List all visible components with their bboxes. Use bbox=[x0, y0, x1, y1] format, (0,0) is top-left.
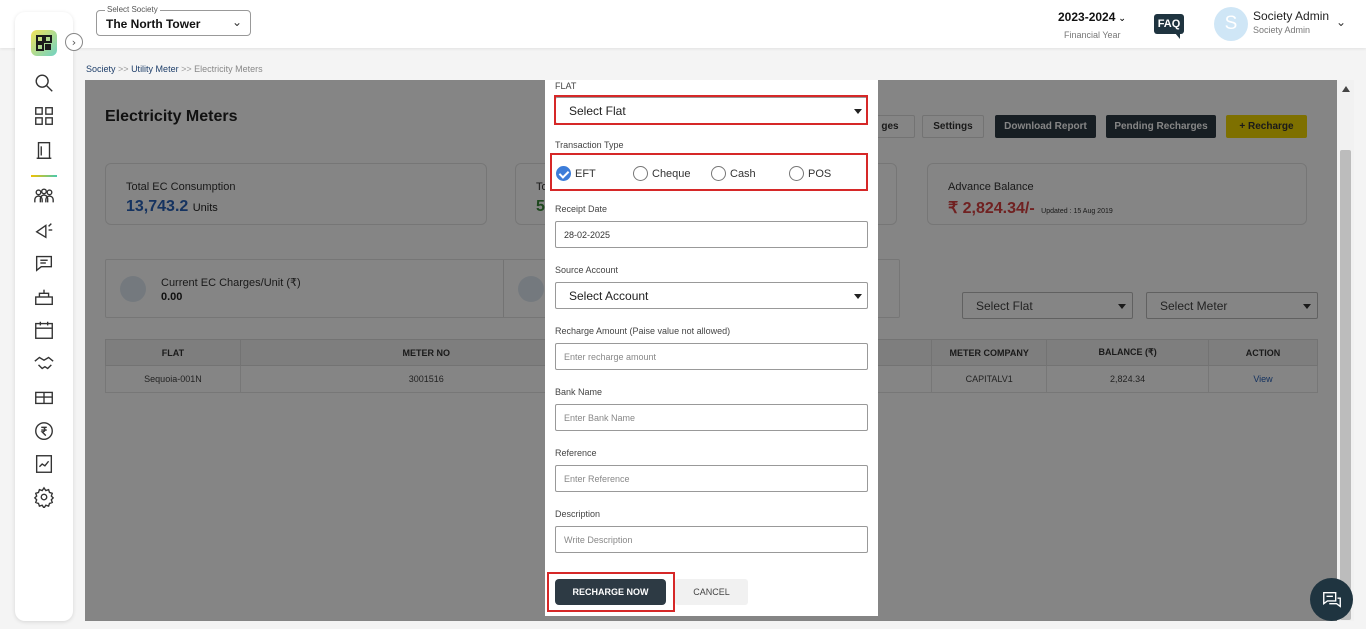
financial-year-selector[interactable]: 2023-2024 ⌄ Financial Year bbox=[1058, 10, 1128, 40]
society-select-value: The North Tower bbox=[106, 17, 201, 31]
caret-down-icon bbox=[854, 294, 862, 299]
transaction-type-label: Transaction Type bbox=[555, 140, 624, 150]
receipt-date-input[interactable]: 28-02-2025 bbox=[555, 221, 868, 248]
bank-name-label: Bank Name bbox=[555, 387, 603, 397]
nav-active-indicator bbox=[31, 175, 57, 177]
chat-bubble-icon bbox=[1322, 591, 1341, 608]
building-icon[interactable] bbox=[32, 138, 56, 162]
chevron-down-icon: ⌄ bbox=[231, 15, 242, 29]
breadcrumb-separator: >> bbox=[181, 64, 192, 74]
source-account-value: Select Account bbox=[569, 289, 649, 303]
breadcrumb-utility-meter[interactable]: Utility Meter bbox=[131, 64, 179, 74]
cancel-button[interactable]: CANCEL bbox=[675, 579, 748, 605]
transaction-type-highlight-box bbox=[550, 153, 868, 191]
receipt-date-label: Receipt Date bbox=[555, 204, 608, 214]
handshake-icon[interactable] bbox=[32, 351, 56, 375]
financial-year-label: Financial Year bbox=[1064, 30, 1121, 40]
breadcrumb-society[interactable]: Society bbox=[86, 64, 116, 74]
scroll-up-arrow-icon[interactable] bbox=[1342, 86, 1350, 92]
chevron-down-icon: ⌄ bbox=[1118, 14, 1126, 24]
dashboard-icon[interactable] bbox=[32, 104, 56, 128]
sidebar bbox=[15, 12, 73, 621]
source-account-select[interactable]: Select Account bbox=[555, 282, 868, 309]
bank-name-input[interactable]: Enter Bank Name bbox=[555, 404, 868, 431]
sidebar-collapse-button[interactable]: › bbox=[65, 33, 83, 51]
recharge-amount-label: Recharge Amount (Paise value not allowed… bbox=[555, 326, 731, 336]
user-name: Society Admin bbox=[1253, 9, 1330, 23]
faq-button[interactable]: FAQ bbox=[1154, 14, 1184, 39]
source-account-label: Source Account bbox=[555, 265, 619, 275]
facility-icon[interactable] bbox=[32, 285, 56, 309]
scrollbar-thumb[interactable] bbox=[1340, 150, 1351, 620]
recharge-amount-input[interactable]: Enter recharge amount bbox=[555, 343, 868, 370]
flat-label: FLAT bbox=[555, 81, 577, 91]
app-logo bbox=[31, 30, 57, 56]
parcel-icon[interactable] bbox=[32, 385, 56, 409]
breadcrumb: Society >> Utility Meter >> Electricity … bbox=[86, 64, 263, 74]
top-bar: Select Society The North Tower ⌄ 2023-20… bbox=[0, 0, 1366, 48]
reference-label: Reference bbox=[555, 448, 597, 458]
calendar-icon[interactable] bbox=[32, 318, 56, 342]
rupee-icon[interactable] bbox=[32, 419, 56, 443]
society-select-label: Select Society bbox=[105, 5, 160, 14]
recharge-now-highlight-box bbox=[547, 572, 675, 612]
financial-year-value: 2023-2024 bbox=[1058, 10, 1116, 24]
user-role: Society Admin bbox=[1253, 25, 1311, 35]
search-icon[interactable] bbox=[32, 71, 56, 95]
avatar[interactable]: S bbox=[1214, 7, 1248, 41]
announcement-icon[interactable] bbox=[32, 218, 56, 242]
report-icon[interactable] bbox=[32, 452, 56, 476]
page-scrollbar[interactable] bbox=[1337, 80, 1354, 621]
description-input[interactable]: Write Description bbox=[555, 526, 868, 553]
recharge-modal: FLAT Select Flat Transaction Type EFT Ch… bbox=[545, 80, 878, 616]
society-select[interactable]: Select Society The North Tower ⌄ bbox=[96, 5, 251, 36]
chat-support-button[interactable] bbox=[1310, 578, 1353, 621]
flat-highlight-box bbox=[554, 95, 868, 125]
breadcrumb-current: Electricity Meters bbox=[194, 64, 263, 74]
description-label: Description bbox=[555, 509, 601, 519]
logo-mark-icon bbox=[36, 35, 52, 51]
settings-icon[interactable] bbox=[32, 485, 56, 509]
breadcrumb-separator: >> bbox=[118, 64, 129, 74]
chat-icon[interactable] bbox=[32, 251, 56, 275]
reference-input[interactable]: Enter Reference bbox=[555, 465, 868, 492]
community-icon[interactable] bbox=[32, 184, 56, 208]
user-menu-chevron-icon[interactable]: ⌄ bbox=[1336, 15, 1346, 29]
